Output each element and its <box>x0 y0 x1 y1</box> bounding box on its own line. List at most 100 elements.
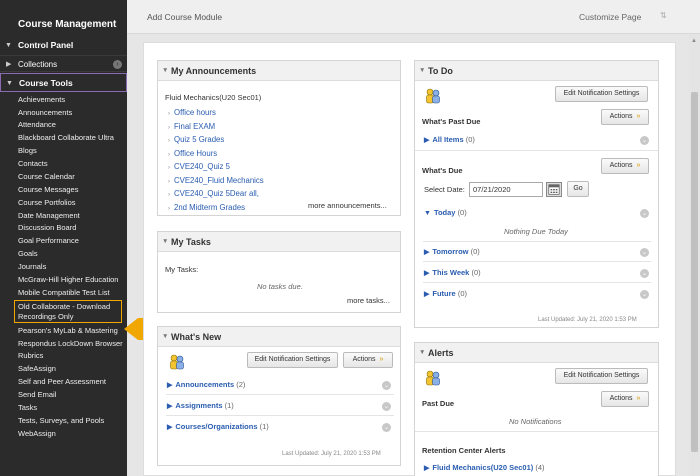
divider <box>423 241 651 242</box>
expand-triangle-icon: ▶ <box>424 291 430 298</box>
sidebar-item-date-management[interactable]: Date Management <box>0 209 127 222</box>
announcement-item[interactable]: › CVE240_Quiz 5 <box>168 161 264 175</box>
sidebar-item-course-portfolios[interactable]: Course Portfolios <box>0 196 127 209</box>
scrollbar-thumb[interactable] <box>691 92 698 452</box>
tomorrow-row[interactable]: ▶ Tomorrow (0) <box>424 247 480 256</box>
more-announcements-link[interactable]: more announcements... <box>308 201 387 210</box>
chevron-down-icon[interactable]: ⌄ <box>382 381 391 390</box>
scroll-up-icon[interactable]: ▲ <box>691 38 697 44</box>
past-due-heading: What's Past Due <box>422 117 481 126</box>
today-row[interactable]: ▼ Today (0) <box>424 208 467 217</box>
announcement-item[interactable]: › CVE240_Quiz 5Dear all, <box>168 188 264 202</box>
course-tools-label: Course Tools <box>19 78 73 88</box>
chevron-right-icon[interactable]: › <box>113 60 122 69</box>
expand-triangle-icon: ▶ <box>424 270 430 277</box>
chevron-down-icon[interactable]: ⌄ <box>640 248 649 257</box>
alerts-header[interactable]: ▼ Alerts <box>415 343 658 363</box>
arrow-icon: › <box>168 178 170 185</box>
announcement-item[interactable]: › CVE240_Fluid Mechanics <box>168 175 264 189</box>
sidebar-item-announcements[interactable]: Announcements <box>0 106 127 119</box>
chevron-down-icon[interactable]: ⌄ <box>382 402 391 411</box>
alerts-module: ▼ Alerts Edit Notification Settings Past… <box>414 342 659 476</box>
control-panel-header[interactable]: ▼ Control Panel <box>0 36 127 55</box>
sidebar-item-pearson-mylab[interactable]: Pearson's MyLab & Mastering <box>0 324 127 337</box>
sidebar-item-discussion-board[interactable]: Discussion Board <box>0 222 127 235</box>
chevron-down-icon[interactable]: ⌄ <box>382 423 391 432</box>
tasks-label: My Tasks: <box>165 265 199 274</box>
sidebar-item-webassign[interactable]: WebAssign <box>0 427 127 440</box>
future-row[interactable]: ▶ Future (0) <box>424 289 467 298</box>
calendar-icon[interactable] <box>546 182 562 197</box>
collections-item[interactable]: ▶ Collections › <box>0 55 127 72</box>
actions-button[interactable]: Actions» <box>601 109 649 125</box>
all-items-row[interactable]: ▶ All Items (0) <box>424 135 475 144</box>
chevron-down-icon[interactable]: ⌄ <box>640 209 649 218</box>
announcement-item[interactable]: › Office hours <box>168 107 264 121</box>
sidebar-item-tasks[interactable]: Tasks <box>0 401 127 414</box>
sidebar-item-goals[interactable]: Goals <box>0 248 127 261</box>
todo-header[interactable]: ▼ To Do <box>415 61 658 81</box>
sidebar-item-achievements[interactable]: Achievements <box>0 93 127 106</box>
chevron-down-icon: » <box>636 395 641 402</box>
chevron-down-icon[interactable]: ⌄ <box>640 269 649 278</box>
arrow-icon: › <box>168 192 170 198</box>
retention-course-row[interactable]: ▶ Fluid Mechanics(U20 Sec01) (4) <box>424 463 545 472</box>
sidebar-item-goal-performance[interactable]: Goal Performance <box>0 235 127 248</box>
chevron-down-icon[interactable]: ⌄ <box>640 290 649 299</box>
chevron-down-icon: » <box>636 162 641 169</box>
sidebar-item-tests-surveys[interactable]: Tests, Surveys, and Pools <box>0 414 127 427</box>
sidebar-item-respondus[interactable]: Respondus LockDown Browser <box>0 337 127 350</box>
reorder-icon[interactable]: ⇅ <box>660 11 667 20</box>
sidebar-item-mcgraw-hill[interactable]: McGraw-Hill Higher Education <box>0 273 127 286</box>
actions-button[interactable]: Actions» <box>601 158 649 174</box>
chevron-down-icon[interactable]: ⌄ <box>640 136 649 145</box>
whats-new-updated: Last Updated: July 21, 2020 1:53 PM <box>282 451 381 457</box>
more-tasks-link[interactable]: more tasks... <box>347 296 390 305</box>
sidebar-item-course-messages[interactable]: Course Messages <box>0 183 127 196</box>
divider <box>166 394 394 395</box>
sidebar-item-collaborate-ultra[interactable]: Blackboard Collaborate Ultra <box>0 132 127 145</box>
this-week-row[interactable]: ▶ This Week (0) <box>424 268 481 277</box>
actions-button[interactable]: Actions» <box>343 352 393 368</box>
sidebar-item-contacts[interactable]: Contacts <box>0 157 127 170</box>
edit-notification-settings-button[interactable]: Edit Notification Settings <box>247 352 338 368</box>
tasks-empty: No tasks due. <box>257 282 303 291</box>
whats-new-row[interactable]: ▶ Courses/Organizations (1) <box>167 422 269 431</box>
add-course-module-button[interactable]: Add Course Module <box>147 12 222 22</box>
sidebar-item-safeassign[interactable]: SafeAssign <box>0 363 127 376</box>
announcements-header[interactable]: ▼ My Announcements <box>158 61 400 81</box>
divider <box>415 150 658 151</box>
alerts-title: Alerts <box>428 348 454 358</box>
sidebar-item-old-collaborate[interactable]: Old Collaborate - Download Recordings On… <box>14 300 122 323</box>
whats-new-header[interactable]: ▼ What's New <box>158 327 400 347</box>
go-button[interactable]: Go <box>567 181 589 197</box>
sidebar-item-blogs[interactable]: Blogs <box>0 145 127 158</box>
collapse-triangle-icon: ▼ <box>162 238 169 245</box>
todo-title: To Do <box>428 66 453 76</box>
announcement-item[interactable]: › 2nd Midterm Grades <box>168 202 264 216</box>
scrollbar[interactable]: ▲ <box>689 34 700 476</box>
people-icon <box>170 354 184 370</box>
sidebar-item-self-peer[interactable]: Self and Peer Assessment <box>0 376 127 389</box>
edit-notification-settings-button[interactable]: Edit Notification Settings <box>555 86 648 102</box>
people-icon <box>426 88 440 104</box>
sidebar-item-send-email[interactable]: Send Email <box>0 388 127 401</box>
sidebar-item-attendance[interactable]: Attendance <box>0 119 127 132</box>
announcement-item[interactable]: › Final EXAM <box>168 121 264 135</box>
sidebar-item-rubrics[interactable]: Rubrics <box>0 350 127 363</box>
whats-new-row[interactable]: ▶ Announcements (2) <box>167 380 245 389</box>
arrow-icon: › <box>168 124 170 131</box>
date-input[interactable]: 07/21/2020 <box>469 182 543 197</box>
announcement-item[interactable]: › Office Hours <box>168 148 264 162</box>
arrow-icon: › <box>168 205 170 212</box>
customize-page-button[interactable]: Customize Page <box>579 12 641 22</box>
course-tools-header[interactable]: ▼ Course Tools <box>0 73 127 92</box>
tasks-header[interactable]: ▼ My Tasks <box>158 232 400 252</box>
edit-notification-settings-button[interactable]: Edit Notification Settings <box>555 368 648 384</box>
announcement-item[interactable]: › Quiz 5 Grades <box>168 134 264 148</box>
sidebar-item-mobile-test-list[interactable]: Mobile Compatible Test List <box>0 286 127 299</box>
whats-new-row[interactable]: ▶ Assignments (1) <box>167 401 234 410</box>
actions-button[interactable]: Actions» <box>601 391 649 407</box>
sidebar-item-journals[interactable]: Journals <box>0 260 127 273</box>
sidebar-item-course-calendar[interactable]: Course Calendar <box>0 170 127 183</box>
